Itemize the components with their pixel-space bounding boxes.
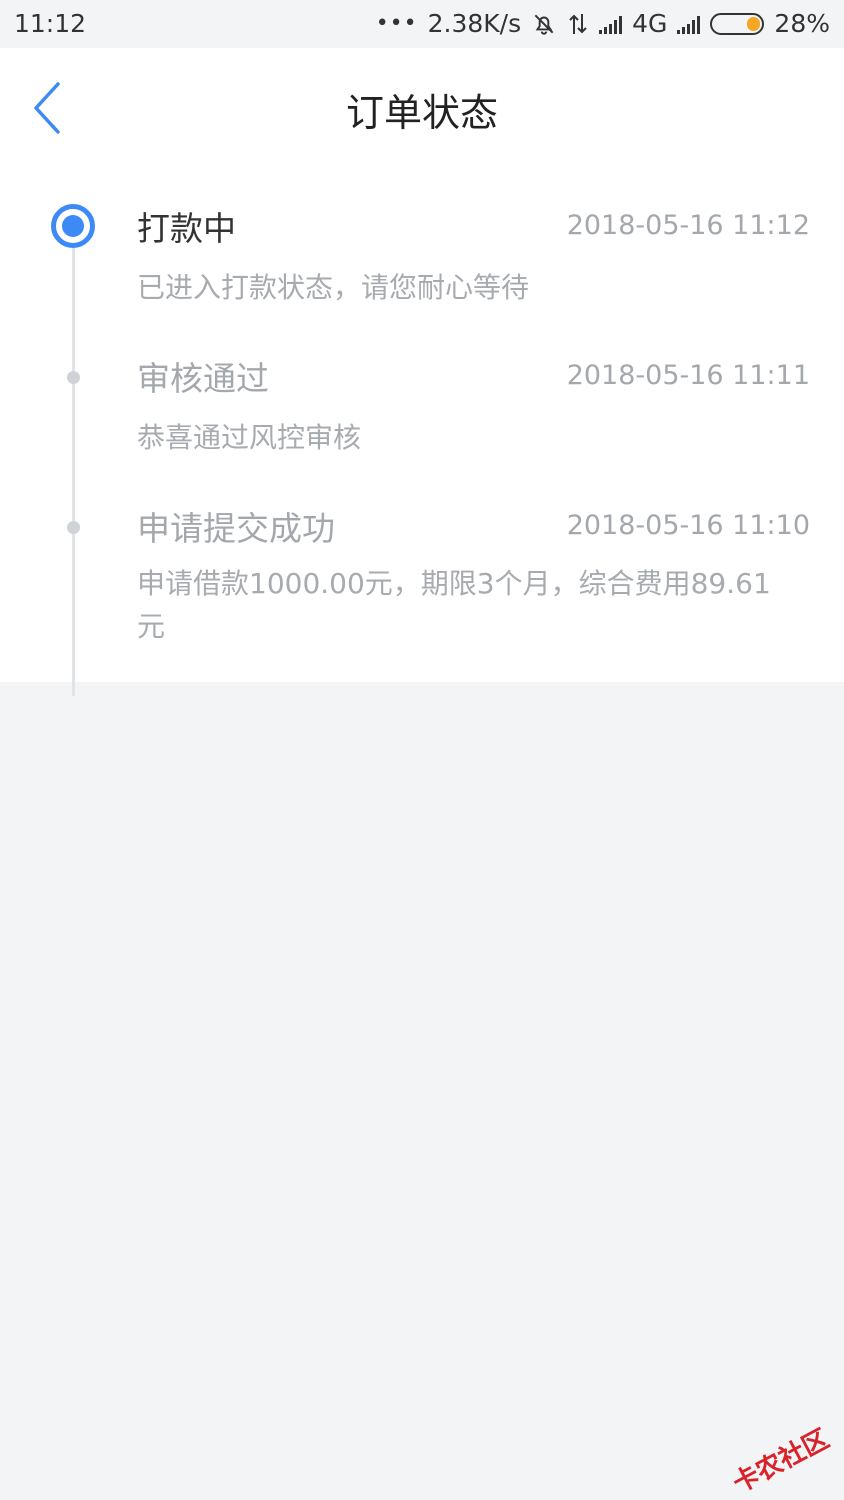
step-desc: 恭喜通过风控审核 — [137, 421, 362, 454]
timeline-dot-active — [51, 204, 95, 248]
status-time: 11:12 — [14, 9, 87, 38]
status-icons: ••• 2.38K/s 4G 28% — [376, 9, 830, 38]
step-time: 2018-05-16 11:11 — [566, 360, 810, 391]
mute-bell-icon — [534, 14, 554, 35]
notification-dots: ••• — [375, 11, 418, 36]
timeline-step: 审核通过 2018-05-16 11:11 恭喜通过风控审核 — [137, 352, 810, 454]
battery-icon — [710, 12, 765, 35]
status-bar: 11:12 ••• 2.38K/s 4G 28% — [0, 0, 844, 48]
order-status-timeline: 打款中 2018-05-16 11:12 已进入打款状态，请您耐心等待 审核通过… — [0, 168, 844, 696]
step-name: 打款中 — [137, 209, 236, 248]
network-type: 4G — [632, 9, 668, 38]
step-time: 2018-05-16 11:12 — [566, 210, 810, 241]
timeline-step: 打款中 2018-05-16 11:12 已进入打款状态，请您耐心等待 — [137, 202, 810, 304]
watermark-logo: 卡农社区 — [728, 1424, 835, 1500]
timeline-step: 申请提交成功 2018-05-16 11:10 申请借款1000.00元，期限3… — [137, 502, 810, 652]
timeline-line — [72, 226, 75, 696]
step-desc: 申请借款1000.00元，期限3个月，综合费用89.61元 — [137, 567, 771, 643]
step-name: 审核通过 — [137, 359, 269, 398]
step-time: 2018-05-16 11:10 — [566, 510, 810, 541]
signal-icon-2 — [677, 14, 701, 34]
page-title: 订单状态 — [345, 91, 498, 135]
timeline-dot — [67, 371, 80, 384]
network-speed: 2.38K/s — [427, 9, 522, 38]
timeline-dot — [67, 521, 80, 534]
signal-icon — [599, 14, 623, 34]
data-transfer-icon — [569, 13, 587, 34]
app-header: 订单状态 — [0, 48, 844, 168]
step-desc: 已进入打款状态，请您耐心等待 — [137, 271, 530, 304]
step-name: 申请提交成功 — [137, 509, 335, 548]
battery-percent: 28% — [774, 9, 830, 38]
